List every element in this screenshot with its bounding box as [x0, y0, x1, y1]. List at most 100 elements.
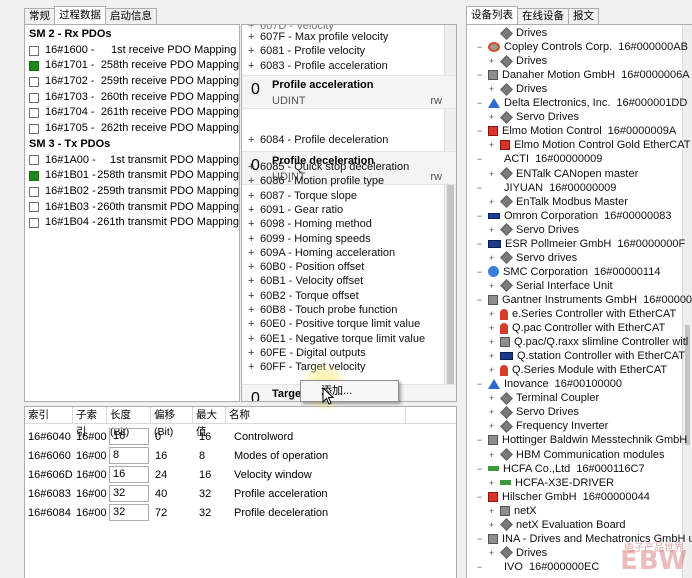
device-tree-item[interactable]: + ENTalk CANopen master [487, 167, 638, 181]
pdo-item[interactable]: 16#1701 - 258th receive PDO Mapping [25, 58, 239, 74]
device-tree-item[interactable]: − Omron Corporation 16#00000083 [475, 209, 672, 223]
table-row[interactable]: 16#6040 16#00 16 0 16 Controlword [25, 427, 456, 446]
table-header-cell[interactable]: 最大值 [193, 407, 226, 438]
pdo-item[interactable]: 16#1B04 -261th transmit PDO Mapping [25, 215, 239, 231]
device-tree-item[interactable]: Drives [487, 26, 547, 40]
tree-toggle-icon[interactable]: − [475, 96, 484, 110]
tree-toggle-icon[interactable]: − [475, 152, 484, 166]
device-tree-item[interactable]: + Servo Drives [487, 223, 579, 237]
expand-icon[interactable]: + [248, 317, 260, 331]
device-tree-item[interactable]: + Terminal Coupler [487, 391, 599, 405]
table-cell-length-input[interactable]: 16 [109, 428, 149, 445]
tree-toggle-icon[interactable]: − [475, 462, 484, 476]
pdo-item[interactable]: 16#1703 - 260th receive PDO Mapping [25, 90, 239, 106]
tree-toggle-icon[interactable]: + [487, 335, 496, 349]
table-cell-length-input[interactable]: 32 [109, 485, 149, 502]
pdo-entry-item[interactable]: +609A - Homing acceleration [242, 246, 456, 260]
device-tree-item[interactable]: + HCFA-X3E-DRIVER [487, 476, 614, 490]
expand-icon[interactable]: + [248, 174, 260, 188]
tree-toggle-icon[interactable]: + [487, 195, 496, 209]
pdo-entry-item[interactable]: +6099 - Homing speeds [242, 232, 456, 246]
expand-icon[interactable]: + [248, 189, 260, 203]
device-tree-item[interactable]: − Danaher Motion GmbH 16#0000006A [475, 68, 690, 82]
device-tree-item[interactable]: + Q.pac/Q.raxx slimline Controller witl [487, 335, 688, 349]
device-tree-item[interactable]: − Hottinger Baldwin Messtechnik GmbH [475, 433, 687, 447]
pdo-item[interactable]: 16#1704 - 261th receive PDO Mapping [25, 105, 239, 121]
pdo-checkbox[interactable] [29, 92, 39, 103]
device-tree-item[interactable]: − IVO 16#000000EC [475, 560, 599, 574]
pdo-checkbox[interactable] [29, 108, 39, 119]
pdo-entry-item[interactable]: +60E1 - Negative torque limit value [242, 332, 456, 346]
device-tree-item[interactable]: − HCFA Co.,Ltd 16#000116C7 [475, 462, 645, 476]
device-tree-item[interactable]: + netX [487, 504, 537, 518]
pdo-item[interactable]: 16#1A00 - 1st transmit PDO Mapping [25, 153, 239, 169]
device-tree-item[interactable]: − Inovance 16#00100000 [475, 377, 622, 391]
device-tree-item[interactable]: + HBM Communication modules [487, 448, 665, 462]
expand-icon[interactable]: + [248, 332, 260, 346]
pdo-entry-item[interactable]: +60E0 - Positive torque limit value [242, 317, 456, 331]
tree-toggle-icon[interactable]: − [475, 433, 484, 447]
tree-toggle-icon[interactable]: + [487, 82, 496, 96]
device-tree-item[interactable]: − JIYUAN 16#00000009 [475, 181, 617, 195]
table-row[interactable]: 16#6083 16#00 32 40 32 Profile acceleration [25, 484, 456, 503]
tree-toggle-icon[interactable]: − [475, 181, 484, 195]
device-tree-item[interactable]: + e.Series Controller with EtherCAT [487, 307, 676, 321]
tree-toggle-icon[interactable]: − [475, 490, 484, 504]
expand-icon[interactable]: + [248, 360, 260, 374]
device-tree-item[interactable]: + Servo Drives [487, 405, 579, 419]
expand-icon[interactable]: + [248, 44, 260, 58]
pdo-entry-item[interactable]: +60FE - Digital outputs [242, 346, 456, 360]
expand-icon[interactable]: + [248, 133, 260, 147]
pdo-item[interactable]: 16#1B03 -260th transmit PDO Mapping [25, 200, 239, 216]
tree-toggle-icon[interactable]: + [487, 321, 496, 335]
device-tree-item[interactable]: − Delta Electronics, Inc. 16#000001DD [475, 96, 687, 110]
device-tree-item[interactable]: + Serial Interface Unit [487, 279, 613, 293]
pdo-item[interactable]: 16#1600 - 1st receive PDO Mapping [25, 43, 239, 59]
device-tree-item[interactable]: + Q.Series Module with EtherCAT [487, 363, 667, 377]
table-row[interactable]: 16#6060 16#00 8 16 8 Modes of operation [25, 446, 456, 465]
expand-icon[interactable]: + [248, 260, 260, 274]
device-tree-item[interactable]: − Elmo Motion Control 16#0000009A [475, 124, 676, 138]
tree-toggle-icon[interactable]: + [487, 391, 496, 405]
tree-toggle-icon[interactable]: + [487, 223, 496, 237]
tree-toggle-icon[interactable]: + [487, 419, 496, 433]
context-menu[interactable]: 添加... [300, 380, 399, 402]
tree-toggle-icon[interactable]: − [475, 293, 484, 307]
device-tree-item[interactable]: + Servo drives [487, 251, 577, 265]
right-tab-2[interactable]: 报文 [568, 8, 599, 24]
tree-toggle-icon[interactable]: − [475, 40, 484, 54]
tree-toggle-icon[interactable]: − [475, 237, 484, 251]
expand-icon[interactable]: + [248, 160, 260, 174]
pdo-entry-item[interactable]: +6086 - Motion profile type [242, 174, 456, 188]
pdo-entry-item[interactable]: +6085 - Quick stop deceleration [242, 160, 456, 174]
tree-toggle-icon[interactable]: − [475, 68, 484, 82]
device-tree-item[interactable]: + Drives [487, 82, 547, 96]
device-tree-item[interactable]: + Servo Drives [487, 110, 579, 124]
device-tree-item[interactable]: + Elmo Motion Control Gold EtherCAT [487, 138, 691, 152]
pdo-entry-item[interactable]: +607F - Max profile velocity [242, 30, 456, 44]
left-tab-1[interactable]: 过程数据 [54, 6, 106, 24]
pdo-entry-item[interactable]: +60FF - Target velocity [242, 360, 456, 374]
expand-icon[interactable]: + [248, 274, 260, 288]
pdo-item[interactable]: 16#1702 - 259th receive PDO Mapping [25, 74, 239, 90]
table-row[interactable]: 16#606D 16#00 16 24 16 Velocity window [25, 465, 456, 484]
tree-toggle-icon[interactable]: + [487, 307, 496, 321]
device-tree-item[interactable]: − ACTI 16#00000009 [475, 152, 603, 166]
pdo-checkbox[interactable] [29, 61, 39, 72]
device-tree-item[interactable]: − Copley Controls Corp. 16#000000AB [475, 40, 688, 54]
tree-toggle-icon[interactable]: + [487, 546, 496, 560]
pdo-item[interactable]: 16#1705 - 262th receive PDO Mapping [25, 121, 239, 137]
device-tree-item[interactable]: − Hilscher GmbH 16#00000044 [475, 490, 650, 504]
table-cell-length-input[interactable]: 8 [109, 447, 149, 464]
pdo-entry-item[interactable]: +6087 - Torque slope [242, 189, 456, 203]
tree-toggle-icon[interactable]: + [487, 363, 496, 377]
pdo-item[interactable]: 16#1B02 -259th transmit PDO Mapping [25, 184, 239, 200]
expand-icon[interactable]: + [248, 203, 260, 217]
tree-toggle-icon[interactable]: + [487, 54, 496, 68]
table-header-cell[interactable]: 长度(Bit) [107, 407, 151, 438]
table-header-cell[interactable]: 索引 [25, 407, 73, 424]
device-tree-item[interactable]: + Q.station Controller with EtherCAT [487, 349, 685, 363]
expand-icon[interactable]: + [248, 232, 260, 246]
pdo-checkbox[interactable] [29, 155, 39, 166]
table-header-cell[interactable]: 偏移(Bit) [151, 407, 193, 438]
